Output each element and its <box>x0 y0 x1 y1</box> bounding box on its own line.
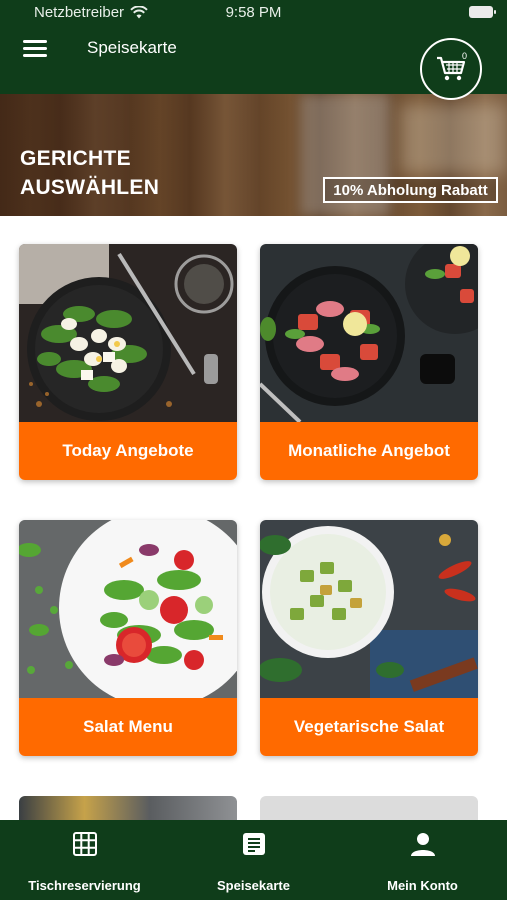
nav-label: Speisekarte <box>217 878 290 893</box>
hero-banner: GERICHTE AUSWÄHLEN 10% Abholung Rabatt <box>0 94 507 216</box>
bottom-navigation: Tischreservierung Speisekarte Mein Konto <box>0 820 507 900</box>
banner-heading-line1: GERICHTE <box>20 147 131 170</box>
nav-label: Mein Konto <box>387 878 458 893</box>
menu-list-icon <box>242 833 265 855</box>
menu-icon[interactable] <box>23 40 47 58</box>
user-icon <box>410 833 435 856</box>
banner-heading-line2: AUSWÄHLEN <box>20 176 160 199</box>
status-time: 9:58 PM <box>225 4 282 21</box>
category-label: Vegetarische Salat <box>260 698 478 756</box>
banner-heading: GERICHTE AUSWÄHLEN <box>20 144 220 202</box>
category-image <box>19 520 237 698</box>
category-image <box>19 244 237 422</box>
category-label: Today Angebote <box>19 422 237 480</box>
status-bar: Netzbetreiber 9:58 PM <box>0 4 507 22</box>
category-label: Monatliche Angebot <box>260 422 478 480</box>
category-label: Salat Menu <box>19 698 237 756</box>
category-card-vegetarian[interactable]: Vegetarische Salat <box>260 520 478 756</box>
nav-speisekarte[interactable]: Speisekarte <box>169 820 338 900</box>
category-image <box>260 244 478 422</box>
cart-count-badge: 0 <box>460 51 470 61</box>
promo-badge[interactable]: 10% Abholung Rabatt <box>323 177 498 203</box>
cart-button[interactable]: 0 <box>420 38 482 100</box>
grid-icon <box>72 832 97 856</box>
page-title: Speisekarte <box>87 38 177 57</box>
category-card-salad[interactable]: Salat Menu <box>19 520 237 756</box>
battery-icon <box>469 6 496 18</box>
category-card-monthly[interactable]: Monatliche Angebot <box>260 244 478 480</box>
nav-label: Tischreservierung <box>28 878 141 893</box>
category-card-today[interactable]: Today Angebote <box>19 244 237 480</box>
category-image <box>260 520 478 698</box>
nav-mein-konto[interactable]: Mein Konto <box>338 820 507 900</box>
nav-tischreservierung[interactable]: Tischreservierung <box>0 820 169 900</box>
